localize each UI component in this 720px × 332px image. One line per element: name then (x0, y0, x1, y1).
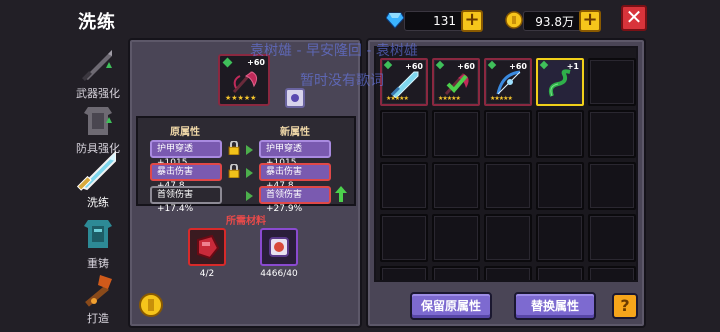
inventory-slot-empty[interactable] (588, 162, 636, 210)
sidebar-item-forge[interactable]: 打造 (68, 271, 128, 331)
inventory-slot-empty[interactable] (484, 110, 532, 158)
new-attribute: 护甲穿透+1015 (259, 140, 331, 168)
keep-original-button[interactable]: 保留原属性 (410, 292, 492, 320)
inventory-panel: +60 ★★★★★ +60 ★★★★★ +60 ★★★★★ +1 保留原属性 替… (366, 38, 646, 328)
sidebar-item-refine[interactable]: 洗练 (68, 150, 128, 215)
inventory-slot-empty[interactable] (380, 214, 428, 262)
inventory-slot-empty[interactable] (432, 266, 480, 280)
arrow-right-icon (246, 191, 253, 201)
checked-scythe-icon (444, 72, 469, 96)
arrow-right-icon (246, 168, 253, 178)
item-stars: ★★★★★ (438, 95, 461, 102)
inventory-slot-empty[interactable] (536, 110, 584, 158)
help-button[interactable]: ? (612, 293, 638, 319)
armor-upgrade-icon (78, 101, 118, 139)
cost-text: 93.8万/15000 (190, 299, 258, 310)
material-slot[interactable] (260, 228, 298, 266)
sidebar-item-weapon-upgrade[interactable]: 武器强化 (68, 46, 128, 106)
add-gems-button[interactable]: + (461, 10, 483, 32)
materials-header: 所需材料 (226, 216, 266, 227)
inventory-slot-empty[interactable] (380, 266, 428, 280)
sword-upgrade-icon (78, 46, 118, 84)
close-icon: ✕ (625, 5, 643, 29)
lyrics-overlay-line1: 袁树雄 - 早安隆回 - 袁树雄 (250, 43, 418, 59)
inventory-slot-selected[interactable]: +1 (536, 58, 584, 106)
inventory-slot[interactable]: +60 ★★★★★ (484, 58, 532, 106)
material-count: 4466/40 (260, 269, 298, 279)
gem-amount: 131 (433, 14, 456, 28)
material-count: 4/2 (199, 269, 215, 279)
orb-icon (291, 94, 299, 102)
inventory-slot-empty[interactable] (432, 110, 480, 158)
equipped-item-slot[interactable]: +60 ★★★★★ (218, 54, 270, 106)
inventory-slot-empty[interactable] (588, 58, 636, 106)
scroll-icon (269, 237, 289, 257)
sidebar-item-recast[interactable]: 重铸 (68, 216, 128, 276)
add-gold-button[interactable]: + (579, 10, 601, 32)
green-whip-icon (548, 69, 571, 97)
inventory-grid: +60 ★★★★★ +60 ★★★★★ +60 ★★★★★ +1 (374, 46, 638, 282)
red-stone-icon (197, 234, 220, 260)
inventory-slot-empty[interactable] (380, 110, 428, 158)
inventory-slot-empty[interactable] (588, 214, 636, 262)
inventory-slot-empty[interactable] (484, 162, 532, 210)
inventory-slot-empty[interactable] (536, 266, 584, 280)
ice-sword-icon (390, 71, 419, 98)
up-arrow-icon (335, 186, 347, 202)
sidebar-item-label: 打造 (87, 312, 109, 325)
replace-attributes-button[interactable]: 替换属性 (514, 292, 596, 320)
new-attribute: 首领伤害+27.9% (259, 186, 331, 214)
original-attribute: 暴击伤害+47.8 (150, 163, 222, 191)
refine-sword-icon (75, 149, 121, 193)
blue-bow-icon (496, 70, 521, 95)
gold-counter: 93.8万 + (523, 10, 601, 32)
arrow-right-icon (246, 145, 253, 155)
gem-counter: 131 + (404, 10, 483, 32)
original-attribute: 首领伤害+17.4% (150, 186, 222, 214)
lock-icon[interactable] (228, 164, 240, 178)
inventory-slot-empty[interactable] (432, 214, 480, 262)
forge-hammer-icon (78, 271, 118, 309)
sidebar-item-label: 洗练 (87, 196, 109, 209)
item-stars: ★★★★★ (225, 94, 257, 102)
inventory-slot-empty[interactable] (484, 214, 532, 262)
reroll-gem-button[interactable] (285, 88, 305, 108)
scythe-icon (232, 70, 258, 94)
attribute-table: 原属性 新属性 护甲穿透+1015 护甲穿透+1015 暴击伤害+47.8 暴击… (136, 116, 356, 214)
inventory-slot-empty[interactable] (432, 162, 480, 210)
inventory-slot[interactable]: +60 ★★★★★ (432, 58, 480, 106)
recast-armor-icon (78, 216, 118, 254)
sidebar-item-label: 重铸 (87, 257, 109, 270)
page-title: 洗练 (78, 12, 116, 33)
inventory-slot-empty[interactable] (588, 110, 636, 158)
inventory-slot-empty[interactable] (536, 214, 584, 262)
original-attributes-header: 原属性 (170, 127, 200, 138)
new-attribute: 暴击伤害+47.8 (259, 163, 331, 191)
inventory-slot-empty[interactable] (536, 162, 584, 210)
inventory-slot-empty[interactable] (380, 162, 428, 210)
item-stars: ★★★★★ (386, 95, 409, 102)
diamond-icon (385, 11, 405, 29)
inventory-slot-empty[interactable] (484, 266, 532, 280)
item-stars: ★★★★★ (490, 95, 513, 102)
gold-coin-icon (139, 293, 163, 317)
original-attribute: 护甲穿透+1015 (150, 140, 222, 168)
close-button[interactable]: ✕ (621, 5, 647, 31)
cost-bar: 93.8万/15000 (144, 295, 348, 315)
lock-icon[interactable] (228, 141, 240, 155)
sidebar-item-label: 武器强化 (76, 87, 120, 100)
material-slot[interactable] (188, 228, 226, 266)
inventory-slot[interactable]: +60 ★★★★★ (380, 58, 428, 106)
lyrics-overlay-line2: 暂时没有歌词 (300, 73, 384, 89)
gold-coin-icon (505, 11, 523, 29)
new-attributes-header: 新属性 (280, 127, 310, 138)
gold-amount: 93.8万 (535, 14, 574, 29)
inventory-slot-empty[interactable] (588, 266, 636, 280)
